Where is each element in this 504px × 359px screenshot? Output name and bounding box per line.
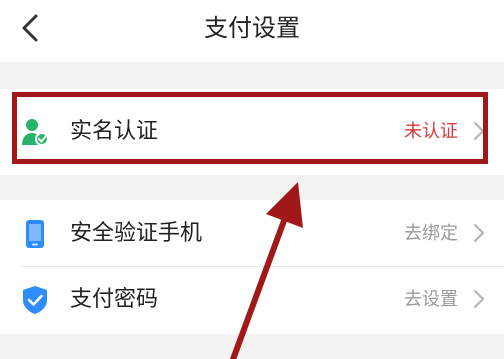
row-label: 支付密码 <box>70 287 159 312</box>
chevron-right-icon <box>473 289 485 309</box>
top-bar: 支付设置 <box>0 0 504 62</box>
row-label: 安全验证手机 <box>70 221 203 246</box>
section-gap <box>0 175 504 200</box>
section-gap <box>0 334 504 359</box>
section-gap <box>0 62 504 89</box>
phone-icon <box>26 220 44 248</box>
row-status: 去绑定 <box>404 223 458 244</box>
row-status: 去设置 <box>404 289 458 310</box>
settings-row-security-phone[interactable]: 安全验证手机 去绑定 <box>0 201 504 267</box>
highlight-box <box>12 92 488 164</box>
page-title: 支付设置 <box>204 14 300 42</box>
settings-row-pay-password[interactable]: 支付密码 去设置 <box>0 267 504 333</box>
shield-check-icon <box>23 286 47 314</box>
chevron-right-icon <box>473 223 485 243</box>
